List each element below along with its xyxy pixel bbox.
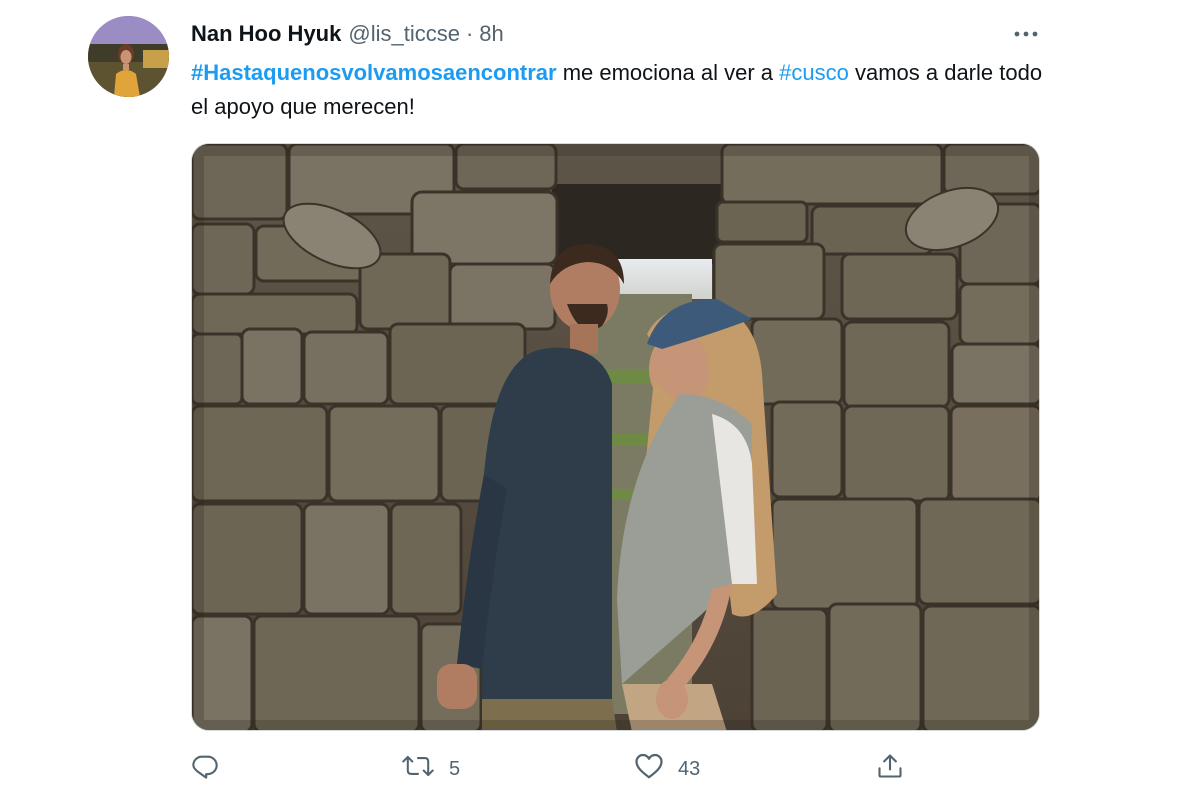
tweet-text: #Hastaquenosvolvamosaencontrar me emocio… <box>191 56 1051 124</box>
retweet-count: 5 <box>449 757 461 780</box>
tweet-photo[interactable] <box>191 143 1040 731</box>
more-options-icon[interactable] <box>1010 20 1042 48</box>
tweet-text-part: me emociona al ver a <box>556 60 780 85</box>
separator: · <box>465 21 474 46</box>
like-count: 43 <box>678 757 701 780</box>
tweet: Nan Hoo Hyuk @lis_ticcse · 8h #Hastaquen… <box>0 0 1200 800</box>
tweet-header: Nan Hoo Hyuk @lis_ticcse · 8h <box>191 20 504 48</box>
share-button[interactable] <box>876 752 904 786</box>
heart-icon <box>634 752 664 786</box>
reply-icon <box>191 752 219 786</box>
reply-button[interactable] <box>191 752 219 786</box>
timestamp[interactable]: 8h <box>479 20 503 48</box>
like-button[interactable]: 43 <box>634 752 700 786</box>
display-name[interactable]: Nan Hoo Hyuk <box>191 20 341 48</box>
retweet-icon <box>401 752 435 786</box>
share-icon <box>876 752 904 786</box>
avatar[interactable] <box>88 16 169 97</box>
hashtag-link[interactable]: #Hastaquenosvolvamosaencontrar <box>191 60 557 85</box>
retweet-button[interactable]: 5 <box>401 752 460 786</box>
user-handle[interactable]: @lis_ticcse <box>348 20 460 48</box>
action-bar: 5 43 <box>191 752 951 786</box>
hashtag-link[interactable]: #cusco <box>779 60 849 85</box>
